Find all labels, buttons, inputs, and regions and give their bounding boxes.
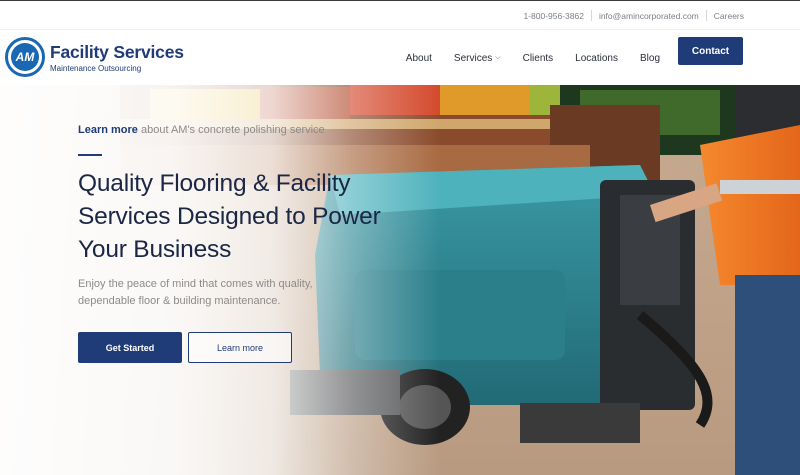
hero-section: Learn more about AM's concrete polishing… [0,85,800,475]
utility-links: 1-800-956-3862 info@amincorporated.com C… [523,10,744,21]
divider [705,10,707,21]
careers-link[interactable]: Careers [714,11,744,21]
site-header: AM Facility Services Maintenance Outsour… [0,29,800,85]
contact-button[interactable]: Contact [678,37,743,65]
main-nav: About Services ⌵ Clients Locations Blog [384,30,660,86]
logo-badge-text: AM [11,43,39,71]
promo-text: about AM's concrete polishing service [137,124,325,136]
phone-link[interactable]: 1-800-956-3862 [523,11,584,21]
accent-rule [78,154,102,156]
nav-item-blog[interactable]: Blog [640,53,660,64]
get-started-button[interactable]: Get Started [78,332,182,363]
nav-item-label: Blog [639,52,660,64]
hero-headline: Quality Flooring & Facility Services Des… [78,170,381,263]
nav-item-about[interactable]: About [406,53,432,64]
nav-item-locations[interactable]: Locations [575,53,618,64]
logo-title: Facility Services [50,42,184,62]
email-link[interactable]: info@amincorporated.com [599,11,699,21]
nav-item-clients[interactable]: Clients [523,53,554,64]
promo-line: Learn more about AM's concrete polishing… [78,124,325,136]
nav-item-label: Locations [575,52,618,64]
nav-item-label: About [405,52,432,64]
chevron-down-icon: ⌵ [495,54,501,61]
hero-subcopy: Enjoy the peace of mind that comes with … [78,278,313,307]
learn-more-button[interactable]: Learn more [188,332,292,363]
nav-item-label: Clients [522,52,554,64]
logo-tagline: Maintenance Outsourcing [50,64,142,73]
utility-bar: 1-800-956-3862 info@amincorporated.com C… [0,0,800,29]
divider [590,10,592,21]
logo-badge: AM [5,37,45,77]
promo-link[interactable]: Learn more [78,124,138,136]
site-logo[interactable]: AM Facility Services Maintenance Outsour… [5,37,184,81]
nav-item-label: Services [453,52,493,64]
nav-item-services[interactable]: Services ⌵ [454,53,501,64]
